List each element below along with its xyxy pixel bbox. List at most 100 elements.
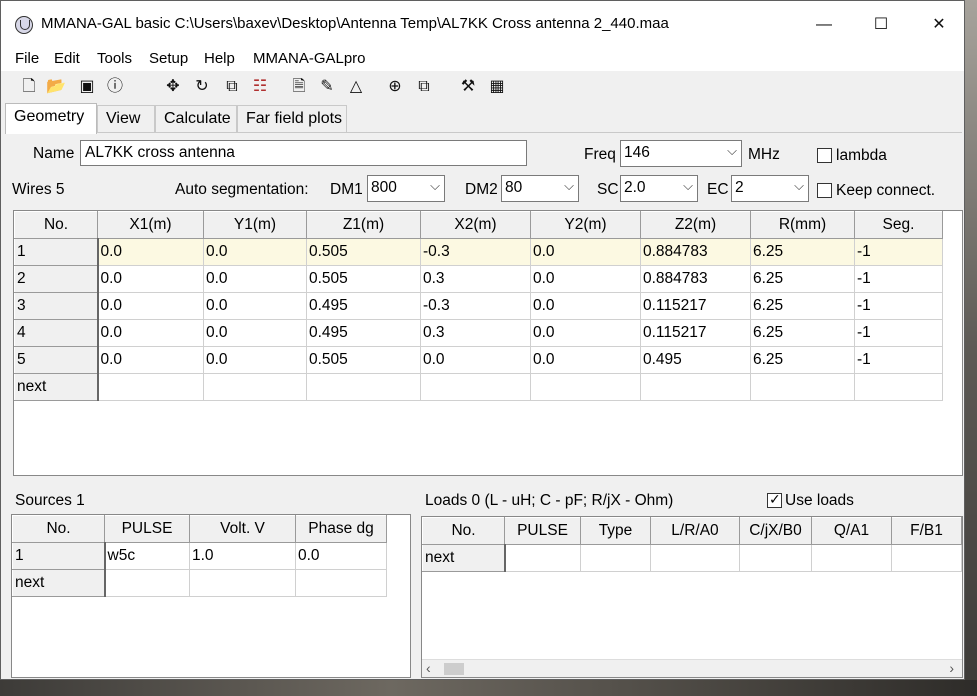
lambda-checkbox[interactable]	[817, 148, 832, 163]
cell[interactable]	[811, 544, 892, 572]
cell[interactable]: 6.25	[750, 238, 855, 266]
open-folder-icon[interactable]: 📂	[46, 77, 66, 97]
menu-tools[interactable]: Tools	[97, 50, 132, 67]
cell[interactable]	[189, 569, 296, 597]
cell[interactable]: 1.0	[189, 542, 296, 570]
menu-file[interactable]: File	[15, 50, 39, 67]
cell[interactable]	[530, 373, 641, 401]
cell[interactable]: -1	[854, 346, 943, 374]
cell[interactable]: -1	[854, 292, 943, 320]
cell[interactable]: 5	[14, 346, 99, 374]
column-header[interactable]: Y1(m)	[203, 211, 307, 239]
name-field[interactable]: AL7KK cross antenna	[80, 140, 527, 166]
cell[interactable]: 0.505	[306, 346, 421, 374]
cell[interactable]: -1	[854, 265, 943, 293]
column-header[interactable]: X2(m)	[420, 211, 531, 239]
cell[interactable]: 0.0	[530, 346, 641, 374]
tab-far-field-plots[interactable]: Far field plots	[237, 105, 347, 132]
target-icon[interactable]: ⊕	[385, 77, 405, 97]
cell[interactable]: 6.25	[750, 292, 855, 320]
column-header[interactable]: PULSE	[104, 515, 190, 543]
menu-mmana-galpro[interactable]: MMANA-GALpro	[253, 50, 366, 67]
cell[interactable]	[420, 373, 531, 401]
column-header[interactable]: Volt. V	[189, 515, 296, 543]
column-header[interactable]: Z1(m)	[306, 211, 421, 239]
column-header[interactable]: R(mm)	[750, 211, 855, 239]
cell[interactable]: 0.884783	[640, 238, 751, 266]
cell[interactable]: 3	[14, 292, 99, 320]
cell[interactable]: 0.115217	[640, 319, 751, 347]
duplicate-icon[interactable]: ⧉	[414, 77, 434, 97]
maximize-button[interactable]: ☐	[858, 9, 904, 41]
cell[interactable]: -0.3	[420, 292, 531, 320]
cell[interactable]: 0.495	[640, 346, 751, 374]
column-header[interactable]: C/jX/B0	[739, 517, 812, 545]
table-row[interactable]: 1 w5c 1.0 0.0	[12, 542, 387, 570]
column-header[interactable]: X1(m)	[97, 211, 204, 239]
cell[interactable]	[580, 544, 651, 572]
cell[interactable]: 2	[14, 265, 99, 293]
cell[interactable]	[203, 373, 307, 401]
cell[interactable]: next	[422, 544, 506, 572]
new-file-icon[interactable]: 🗋	[19, 77, 39, 97]
cell[interactable]: 0.3	[420, 265, 531, 293]
cell[interactable]	[891, 544, 962, 572]
cell[interactable]: 4	[14, 319, 99, 347]
cell[interactable]: 0.0	[97, 238, 204, 266]
cell[interactable]	[306, 373, 421, 401]
cell[interactable]: 0.0	[203, 346, 307, 374]
cell[interactable]: 0.0	[97, 265, 204, 293]
cell[interactable]: 0.0	[97, 319, 204, 347]
table-row[interactable]: 5 0.0 0.0 0.505 0.0 0.0 0.495 6.25 -1	[14, 346, 943, 374]
save-icon[interactable]: ▣	[77, 77, 97, 97]
scrollbar-thumb[interactable]	[444, 663, 464, 675]
table-row[interactable]: 4 0.0 0.0 0.495 0.3 0.0 0.115217 6.25 -1	[14, 319, 943, 347]
cell[interactable]: 0.0	[203, 319, 307, 347]
cell[interactable]	[295, 569, 387, 597]
cell[interactable]	[504, 544, 581, 572]
table-row[interactable]: 1 0.0 0.0 0.505 -0.3 0.0 0.884783 6.25 -…	[14, 238, 943, 266]
column-header[interactable]: Phase dg	[295, 515, 387, 543]
cell[interactable]: 6.25	[750, 346, 855, 374]
eraser-icon[interactable]: ✎	[317, 77, 337, 97]
keep-connect-checkbox[interactable]	[817, 183, 832, 198]
cell[interactable]	[650, 544, 740, 572]
cell[interactable]	[97, 373, 204, 401]
cell[interactable]	[104, 569, 190, 597]
ec-select[interactable]: 2 ⌵	[731, 175, 809, 202]
dm2-select[interactable]: 80 ⌵	[501, 175, 579, 202]
cell[interactable]	[640, 373, 751, 401]
cell[interactable]: 6.25	[750, 265, 855, 293]
column-header[interactable]: L/R/A0	[650, 517, 740, 545]
cell[interactable]: 0.0	[203, 238, 307, 266]
rotate-icon[interactable]: ↻	[192, 77, 212, 97]
cell[interactable]: 0.0	[530, 292, 641, 320]
cell[interactable]: next	[14, 373, 99, 401]
calculator-icon[interactable]: ▦	[487, 77, 507, 97]
cell[interactable]: 0.495	[306, 319, 421, 347]
column-header[interactable]: Q/A1	[811, 517, 892, 545]
tab-view[interactable]: View	[97, 105, 155, 132]
cell[interactable]: w5c	[104, 542, 190, 570]
cell[interactable]: 0.0	[420, 346, 531, 374]
minimize-button[interactable]: —	[801, 9, 847, 41]
column-header[interactable]: Type	[580, 517, 651, 545]
column-header[interactable]: Seg.	[854, 211, 943, 239]
sc-select[interactable]: 2.0 ⌵	[620, 175, 698, 202]
info-icon[interactable]: ⓘ	[105, 77, 125, 97]
cell[interactable]: next	[12, 569, 106, 597]
column-header[interactable]: Y2(m)	[530, 211, 641, 239]
cell[interactable]	[854, 373, 943, 401]
cell[interactable]: 0.3	[420, 319, 531, 347]
table-row-next[interactable]: next	[14, 373, 943, 401]
cell[interactable]: -1	[854, 238, 943, 266]
column-header[interactable]: No.	[12, 515, 105, 543]
cell[interactable]: 0.0	[530, 319, 641, 347]
menu-help[interactable]: Help	[204, 50, 235, 67]
column-header[interactable]: No.	[14, 211, 98, 239]
cell[interactable]	[739, 544, 812, 572]
table-row-next[interactable]: next	[12, 569, 387, 597]
cell[interactable]: 0.884783	[640, 265, 751, 293]
tab-calculate[interactable]: Calculate	[155, 105, 237, 132]
cell[interactable]: 0.0	[295, 542, 387, 570]
